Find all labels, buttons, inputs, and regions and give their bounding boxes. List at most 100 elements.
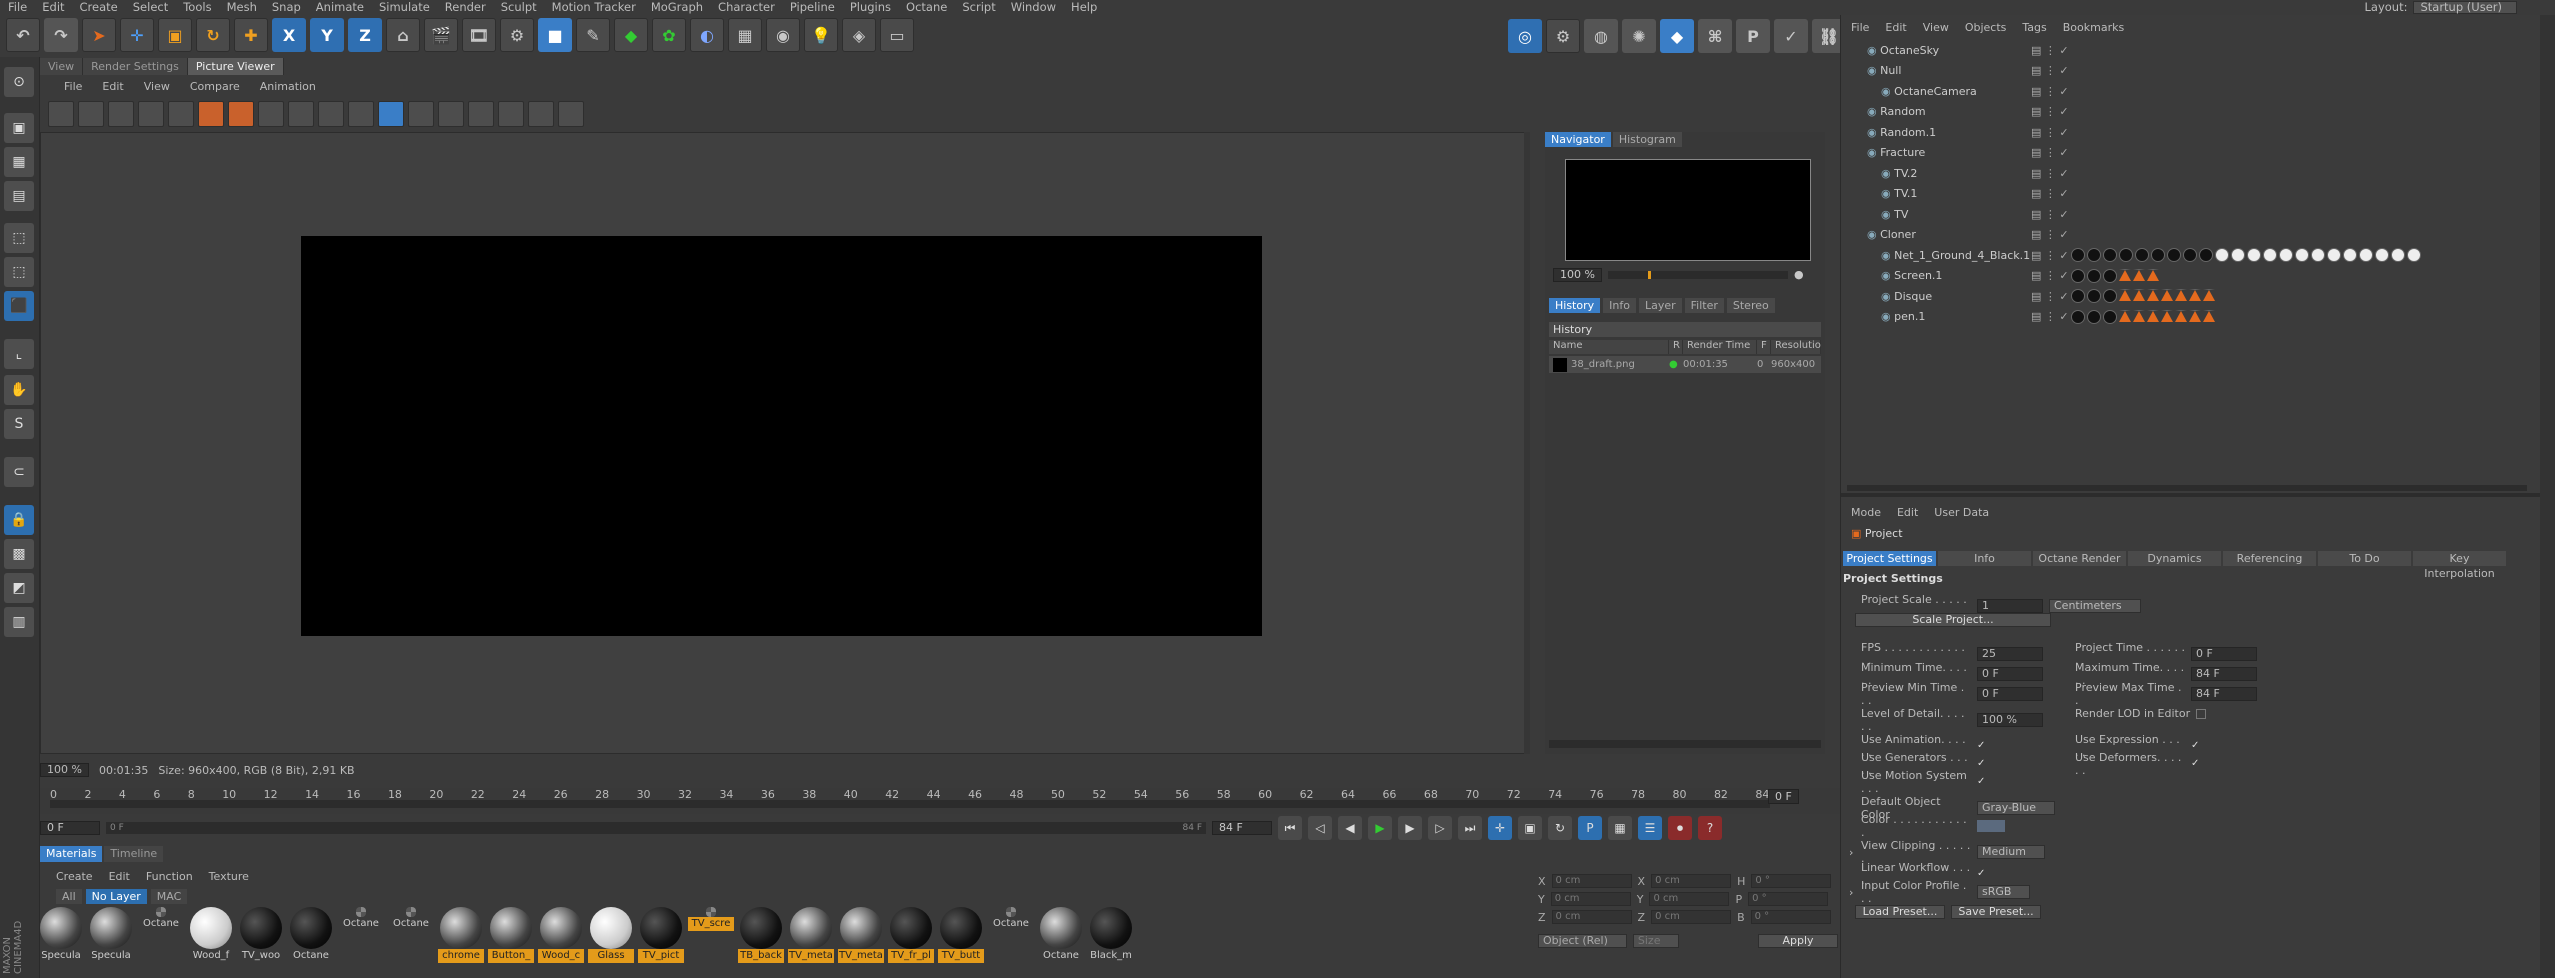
help-icon[interactable]: ?: [1698, 816, 1722, 840]
live-select-icon[interactable]: ✚: [234, 18, 268, 52]
coord-field[interactable]: 0 cm: [1551, 874, 1632, 888]
object-visibility-flags[interactable]: ▤ ⋮ ✓: [2031, 310, 2069, 323]
material-tag-icon[interactable]: [2071, 248, 2085, 262]
filter-mac[interactable]: MAC: [150, 889, 188, 904]
material-tag-icon[interactable]: [2203, 309, 2215, 322]
tab-filter[interactable]: Filter: [1684, 298, 1724, 313]
coord-field[interactable]: 0 cm: [1649, 892, 1730, 906]
octane-material-icon[interactable]: ◍: [1584, 19, 1618, 53]
material-item[interactable]: TV_fr_pl: [888, 907, 934, 967]
floor-icon[interactable]: ▦: [728, 18, 762, 52]
timeline-menu-icon[interactable]: ☰: [1638, 816, 1662, 840]
scale-field[interactable]: 1: [1977, 599, 2043, 613]
mat-menu-texture[interactable]: Texture: [209, 870, 249, 883]
menu-edit[interactable]: Edit: [42, 0, 64, 14]
ab-compare-icon[interactable]: [228, 101, 254, 127]
material-tag-icon[interactable]: [2103, 289, 2117, 303]
menu-plugins[interactable]: Plugins: [850, 0, 891, 14]
coord-field[interactable]: 0 cm: [1651, 874, 1732, 888]
octane-settings-icon[interactable]: ⚙: [1546, 19, 1580, 53]
open-file-icon[interactable]: [48, 101, 74, 127]
object-visibility-flags[interactable]: ▤ ⋮ ✓: [2031, 290, 2069, 303]
object-row[interactable]: ◉ Cloner ▤ ⋮ ✓: [1851, 226, 2531, 244]
attr-tab[interactable]: To Do: [2318, 551, 2411, 566]
filter-no-layer[interactable]: No Layer: [85, 889, 147, 904]
pv-menu-view[interactable]: View: [144, 80, 170, 93]
pv-menu-edit[interactable]: Edit: [102, 80, 123, 93]
tab-view[interactable]: View: [40, 58, 84, 75]
fit-icon[interactable]: [138, 101, 164, 127]
layout-dropdown[interactable]: Startup (User): [2413, 0, 2517, 14]
history-row[interactable]: 38_draft.png ● 00:01:35 0 960x400: [1549, 356, 1821, 373]
material-tag-icon[interactable]: [2183, 248, 2197, 262]
material-item[interactable]: Glass: [588, 907, 634, 967]
tab-history[interactable]: History: [1549, 298, 1601, 313]
object-visibility-flags[interactable]: ▤ ⋮ ✓: [2031, 44, 2069, 57]
menu-simulate[interactable]: Simulate: [379, 0, 430, 14]
menu-motion-tracker[interactable]: Motion Tracker: [552, 0, 636, 14]
play-icon[interactable]: ▶: [1368, 816, 1392, 840]
light-icon[interactable]: 💡: [804, 18, 838, 52]
rotate-icon[interactable]: ↻: [196, 18, 230, 52]
material-tag-icon[interactable]: [2133, 289, 2145, 301]
timeline-right-value[interactable]: 0 F: [1768, 789, 1799, 804]
save-file-icon[interactable]: [78, 101, 104, 127]
object-name[interactable]: ◉ TV.2: [1851, 167, 2031, 180]
unit-dropdown[interactable]: Centimeters: [2049, 599, 2141, 613]
select-arrow-icon[interactable]: ➤: [82, 18, 116, 52]
prev-key-icon[interactable]: ◁: [1308, 816, 1332, 840]
table-icon[interactable]: [528, 101, 554, 127]
material-item[interactable]: Octane: [988, 907, 1034, 967]
material-tag-icon[interactable]: [2147, 289, 2159, 301]
next-frame-icon[interactable]: ▶: [1398, 816, 1422, 840]
object-name[interactable]: ◉ Random.1: [1851, 126, 2031, 139]
object-visibility-flags[interactable]: ▤ ⋮ ✓: [2031, 167, 2069, 180]
object-row[interactable]: ◉ Screen.1 ▤ ⋮ ✓: [1851, 267, 2531, 285]
expand-arrow-icon[interactable]: ›: [1849, 846, 1855, 859]
filter-all[interactable]: All: [56, 889, 82, 904]
octane-tools-icon[interactable]: ⌘: [1698, 19, 1732, 53]
object-visibility-flags[interactable]: ▤ ⋮ ✓: [2031, 64, 2069, 77]
pv-menu-animation[interactable]: Animation: [260, 80, 316, 93]
stereo-icon[interactable]: [348, 101, 374, 127]
text-icon[interactable]: [438, 101, 464, 127]
record-pla-icon[interactable]: ▦: [1608, 816, 1632, 840]
octane-texture-icon[interactable]: ✺: [1622, 19, 1656, 53]
coordinate-system-icon[interactable]: ⌂: [386, 18, 420, 52]
attr-tab[interactable]: Info: [1938, 551, 2031, 566]
expand-arrow-icon-2[interactable]: ›: [1849, 886, 1855, 899]
save-preset-button[interactable]: Save Preset...: [1951, 905, 2041, 919]
viewer-scrollbar[interactable]: [1524, 132, 1530, 754]
menu-mograph[interactable]: MoGraph: [651, 0, 703, 14]
pv-menu-compare[interactable]: Compare: [190, 80, 240, 93]
material-tag-icon[interactable]: [2327, 248, 2341, 262]
material-item[interactable]: Octane: [1038, 907, 1084, 967]
lock-icon[interactable]: 🔒: [4, 505, 34, 535]
lod-field[interactable]: 100 %: [1977, 713, 2043, 727]
filter-icon[interactable]: [318, 101, 344, 127]
slider-thumb[interactable]: [1647, 270, 1651, 279]
history-scrollbar[interactable]: [1549, 740, 1821, 748]
object-row[interactable]: ◉ Random ▤ ⋮ ✓: [1851, 103, 2531, 121]
attr-menu-user-data[interactable]: User Data: [1934, 506, 1989, 520]
tweak-icon[interactable]: ✋: [4, 375, 34, 405]
object-visibility-flags[interactable]: ▤ ⋮ ✓: [2031, 269, 2069, 282]
attr-tab[interactable]: Referencing: [2223, 551, 2316, 566]
material-tag-icon[interactable]: [2407, 248, 2421, 262]
coord-field[interactable]: 0 cm: [1550, 892, 1631, 906]
alpha-icon[interactable]: [468, 101, 494, 127]
view-clipping-dropdown[interactable]: Medium: [1977, 845, 2045, 859]
cube-icon[interactable]: ■: [538, 18, 572, 52]
object-visibility-flags[interactable]: ▤ ⋮ ✓: [2031, 105, 2069, 118]
object-visibility-flags[interactable]: ▤ ⋮ ✓: [2031, 126, 2069, 139]
project-time-field[interactable]: 0 F: [2191, 647, 2257, 661]
material-tag-icon[interactable]: [2247, 248, 2261, 262]
menu-help[interactable]: Help: [1071, 0, 1097, 14]
material-tag-icon[interactable]: [2119, 289, 2131, 301]
range-slider[interactable]: 0 F 84 F: [106, 822, 1206, 834]
object-name[interactable]: ◉ TV.1: [1851, 187, 2031, 200]
object-name[interactable]: ◉ OctaneCamera: [1851, 85, 2031, 98]
octane-psr-icon[interactable]: P: [1736, 19, 1770, 53]
menu-octane[interactable]: Octane: [906, 0, 947, 14]
record-param-icon[interactable]: P: [1578, 816, 1602, 840]
